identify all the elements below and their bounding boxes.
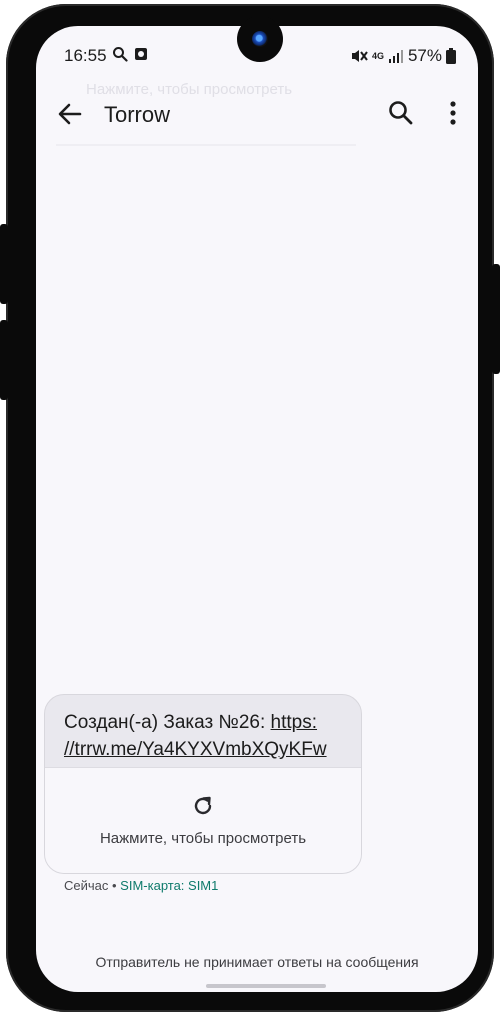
- message-time: Сейчас: [64, 878, 109, 893]
- signal-icon: [388, 50, 403, 63]
- search-icon[interactable]: [386, 98, 416, 128]
- more-vert-icon[interactable]: [438, 98, 468, 128]
- search-icon: [113, 47, 128, 62]
- photo-icon: [135, 48, 147, 60]
- link-preview[interactable]: Нажмите, чтобы просмотреть: [45, 767, 361, 873]
- reply-disabled-note: Отправитель не принимает ответы на сообщ…: [95, 954, 419, 970]
- message-meta: Сейчас • SIM-карта: SIM1: [64, 878, 218, 893]
- reload-icon: [194, 796, 212, 815]
- battery-percent: 57%: [407, 46, 442, 65]
- sim-label: SIM-карта: SIM1: [120, 878, 219, 893]
- preview-label: Нажмите, чтобы просмотреть: [99, 830, 307, 847]
- status-time: 16:55: [64, 46, 107, 65]
- volume-button: [0, 320, 8, 400]
- screen: 16:55 4G 57% Нажмите, чтобы просмотреть …: [36, 26, 478, 992]
- back-arrow-icon[interactable]: [54, 98, 86, 130]
- conversation-title: Torrow: [104, 102, 171, 127]
- volume-button: [0, 224, 8, 304]
- message-bubble[interactable]: Создан(-а) Заказ №26: https: //trrw.me/Y…: [44, 694, 362, 874]
- network-type: 4G: [371, 50, 384, 61]
- message-text: Создан(-а) Заказ №26: https: //trrw.me/Y…: [64, 709, 354, 763]
- phone-frame: 16:55 4G 57% Нажмите, чтобы просмотреть …: [0, 4, 500, 1012]
- battery-icon: [446, 48, 456, 64]
- gesture-bar[interactable]: [206, 984, 326, 988]
- power-button: [492, 264, 500, 374]
- app-bar: Torrow: [36, 82, 478, 146]
- message-prefix: Создан(-а) Заказ №26:: [64, 712, 271, 733]
- mute-icon: [351, 50, 368, 62]
- front-camera: [237, 16, 283, 62]
- divider: [56, 144, 356, 146]
- meta-separator: •: [108, 878, 121, 893]
